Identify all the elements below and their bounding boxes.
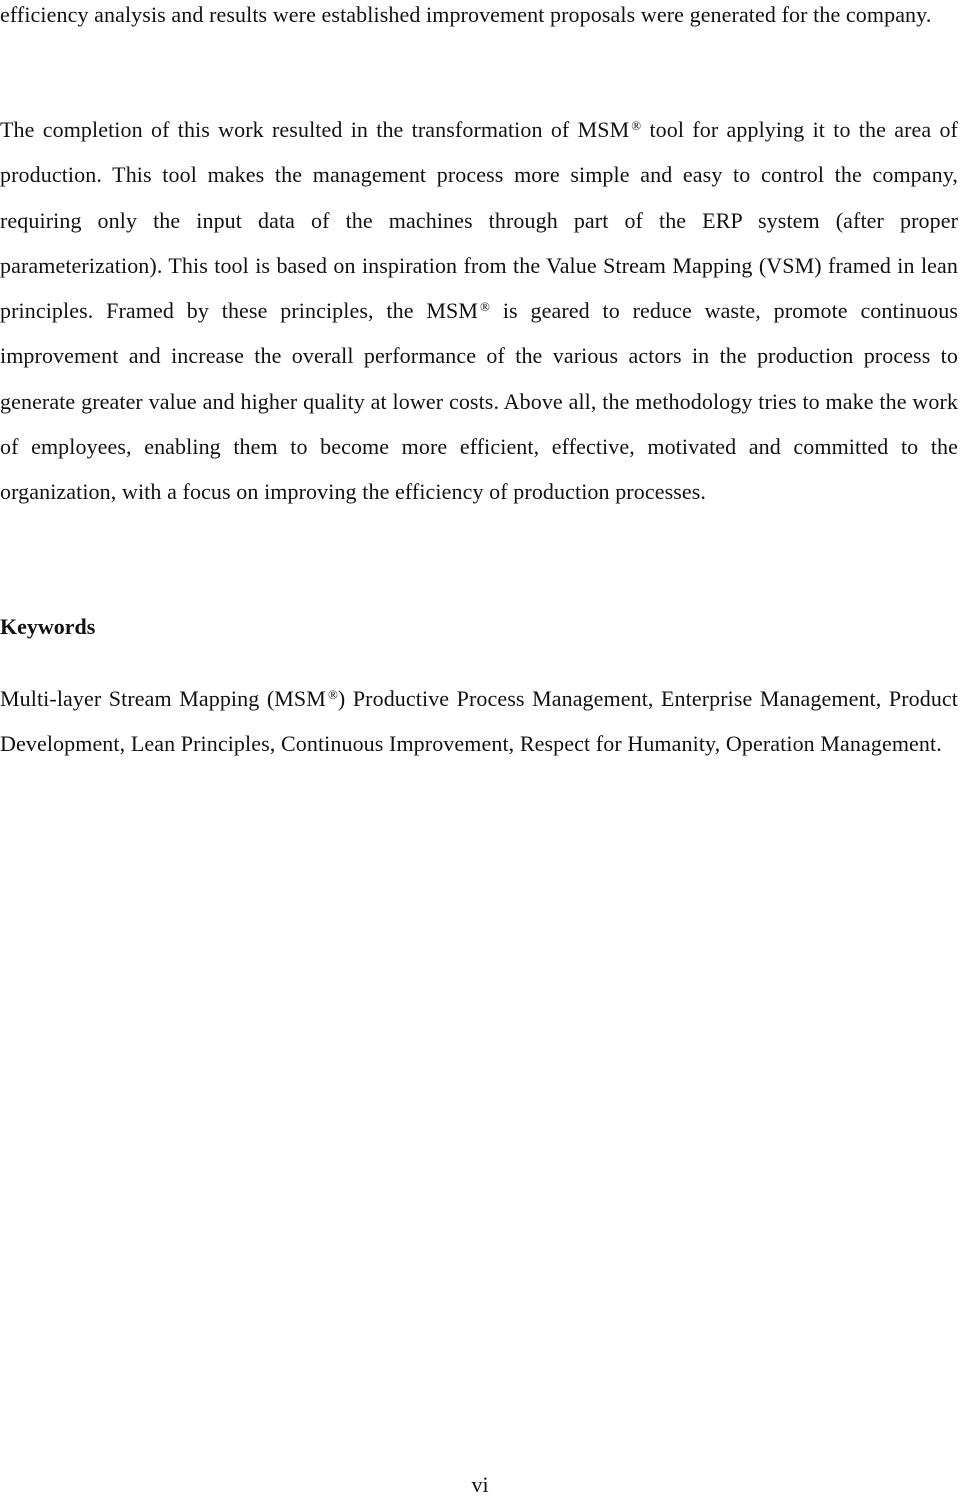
paragraph-msm-description: The completion of this work resulted in …	[0, 107, 958, 515]
page-number: vi	[471, 1472, 489, 1497]
registered-trademark-symbol: ®	[327, 687, 338, 702]
keywords-heading: Keywords	[0, 614, 96, 639]
keywords-text-segment: Multi-layer Stream Mapping (MSM	[0, 686, 326, 711]
paragraph-text-segment: tool for applying it to the area of prod…	[0, 117, 958, 324]
registered-trademark-symbol: ®	[480, 299, 491, 315]
paragraph-text-segment: is geared to reduce waste, promote conti…	[0, 298, 958, 505]
paragraph-text-segment: The completion of this work resulted in …	[0, 117, 630, 142]
keywords-list: Multi-layer Stream Mapping (MSM ®) Produc…	[0, 676, 958, 767]
paragraph-continuation: efficiency analysis and results were est…	[0, 2, 932, 27]
registered-trademark-symbol: ®	[631, 118, 642, 133]
